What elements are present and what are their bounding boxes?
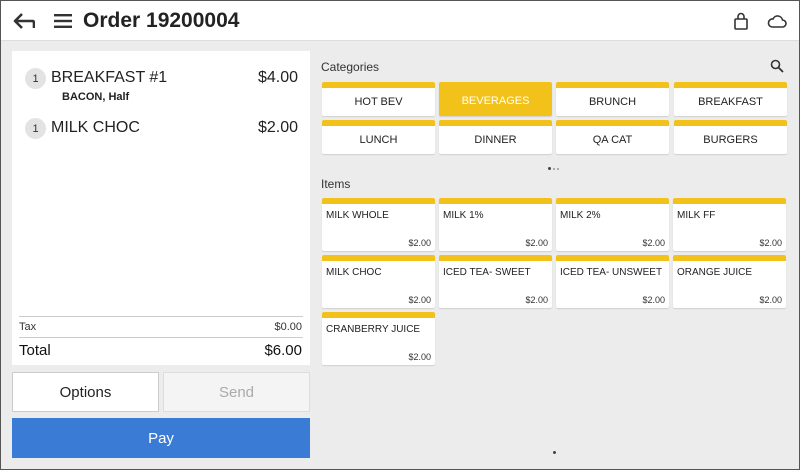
category-color-strip <box>674 82 787 88</box>
item-milk-2[interactable]: MILK 2% $2.00 <box>556 198 669 251</box>
item-color-strip <box>673 255 786 261</box>
category-label: BURGERS <box>703 134 758 146</box>
item-price: $2.00 <box>759 295 782 305</box>
category-label: LUNCH <box>359 134 398 146</box>
items-page-indicator-dot[interactable] <box>553 451 556 454</box>
items-label: Items <box>321 177 351 191</box>
category-qa-cat[interactable]: QA CAT <box>556 120 669 154</box>
item-orange-juice[interactable]: ORANGE JUICE $2.00 <box>673 255 786 308</box>
item-color-strip <box>322 198 435 204</box>
item-color-strip <box>439 198 552 204</box>
item-price: $2.00 <box>759 238 782 248</box>
order-item-price: $2.00 <box>257 119 298 136</box>
item-milk-ff[interactable]: MILK FF $2.00 <box>673 198 786 251</box>
category-label: DINNER <box>474 134 517 146</box>
top-bar: Order 19200004 <box>1 1 799 41</box>
item-iced-tea-sweet[interactable]: ICED TEA- SWEET $2.00 <box>439 255 552 308</box>
order-item-name: BREAKFAST #1 <box>51 69 168 86</box>
category-color-strip <box>556 82 669 88</box>
pay-button[interactable]: Pay <box>12 418 310 458</box>
page-indicator-dot-active[interactable] <box>548 167 551 170</box>
options-button[interactable]: Options <box>12 372 159 412</box>
item-price: $2.00 <box>525 295 548 305</box>
tax-value: $0.00 <box>274 321 302 333</box>
quantity-badge: 1 <box>25 118 46 139</box>
back-arrow-icon[interactable] <box>12 9 36 33</box>
category-label: BREAKFAST <box>698 96 763 108</box>
item-name: MILK WHOLE <box>326 210 389 221</box>
category-color-strip <box>439 120 552 126</box>
item-color-strip <box>673 198 786 204</box>
item-milk-whole[interactable]: MILK WHOLE $2.00 <box>322 198 435 251</box>
item-color-strip <box>439 255 552 261</box>
category-color-strip <box>674 120 787 126</box>
order-item-modifier: BACON, Half <box>62 91 130 103</box>
category-label: BRUNCH <box>588 96 637 108</box>
category-label: HOT BEV <box>354 96 403 108</box>
item-cranberry-juice[interactable]: CRANBERRY JUICE $2.00 <box>322 312 435 365</box>
item-color-strip <box>322 255 435 261</box>
item-name: MILK 1% <box>443 210 484 221</box>
item-price: $2.00 <box>408 295 431 305</box>
item-price: $2.00 <box>642 295 665 305</box>
total-divider <box>19 337 303 338</box>
item-name: MILK 2% <box>560 210 601 221</box>
page-title: Order 19200004 <box>83 9 240 32</box>
order-item-name: MILK CHOC <box>51 119 140 136</box>
category-beverages[interactable]: BEVERAGES <box>439 82 552 116</box>
categories-label: Categories <box>321 60 380 74</box>
page-indicator-dot[interactable] <box>557 168 559 170</box>
category-brunch[interactable]: BRUNCH <box>556 82 669 116</box>
item-name: CRANBERRY JUICE <box>326 324 421 335</box>
category-dinner[interactable]: DINNER <box>439 120 552 154</box>
category-breakfast[interactable]: BREAKFAST <box>674 82 787 116</box>
item-name: ORANGE JUICE <box>677 267 753 278</box>
totals-divider <box>19 316 303 317</box>
search-icon[interactable] <box>770 59 784 73</box>
hamburger-menu-icon[interactable] <box>51 9 75 33</box>
item-milk-choc[interactable]: MILK CHOC $2.00 <box>322 255 435 308</box>
item-price: $2.00 <box>525 238 548 248</box>
item-name: MILK FF <box>677 210 716 221</box>
tax-label: Tax <box>19 321 37 333</box>
page-indicator-dot[interactable] <box>553 168 555 170</box>
category-color-strip <box>322 82 435 88</box>
category-color-strip <box>556 120 669 126</box>
cloud-icon[interactable] <box>765 9 789 33</box>
category-burgers[interactable]: BURGERS <box>674 120 787 154</box>
item-price: $2.00 <box>408 238 431 248</box>
order-summary: 1 BREAKFAST #1 $4.00 BACON, Half 1 MILK … <box>12 51 310 365</box>
category-hot-bev[interactable]: HOT BEV <box>322 82 435 116</box>
item-name: ICED TEA- UNSWEET <box>560 267 663 278</box>
category-color-strip <box>322 120 435 126</box>
order-item-price: $4.00 <box>257 69 298 86</box>
category-lunch[interactable]: LUNCH <box>322 120 435 154</box>
total-value: $6.00 <box>264 342 302 359</box>
quantity-badge: 1 <box>25 68 46 89</box>
send-button[interactable]: Send <box>163 372 310 412</box>
item-price: $2.00 <box>642 238 665 248</box>
item-price: $2.00 <box>408 352 431 362</box>
item-color-strip <box>556 255 669 261</box>
item-name: ICED TEA- SWEET <box>443 267 531 278</box>
item-color-strip <box>322 312 435 318</box>
item-iced-tea-unsweet[interactable]: ICED TEA- UNSWEET $2.00 <box>556 255 669 308</box>
category-label: QA CAT <box>592 134 633 146</box>
item-milk-1[interactable]: MILK 1% $2.00 <box>439 198 552 251</box>
category-label: BEVERAGES <box>461 95 530 107</box>
lock-icon[interactable] <box>729 9 753 33</box>
item-name: MILK CHOC <box>326 267 382 278</box>
total-label: Total <box>19 342 51 359</box>
item-color-strip <box>556 198 669 204</box>
